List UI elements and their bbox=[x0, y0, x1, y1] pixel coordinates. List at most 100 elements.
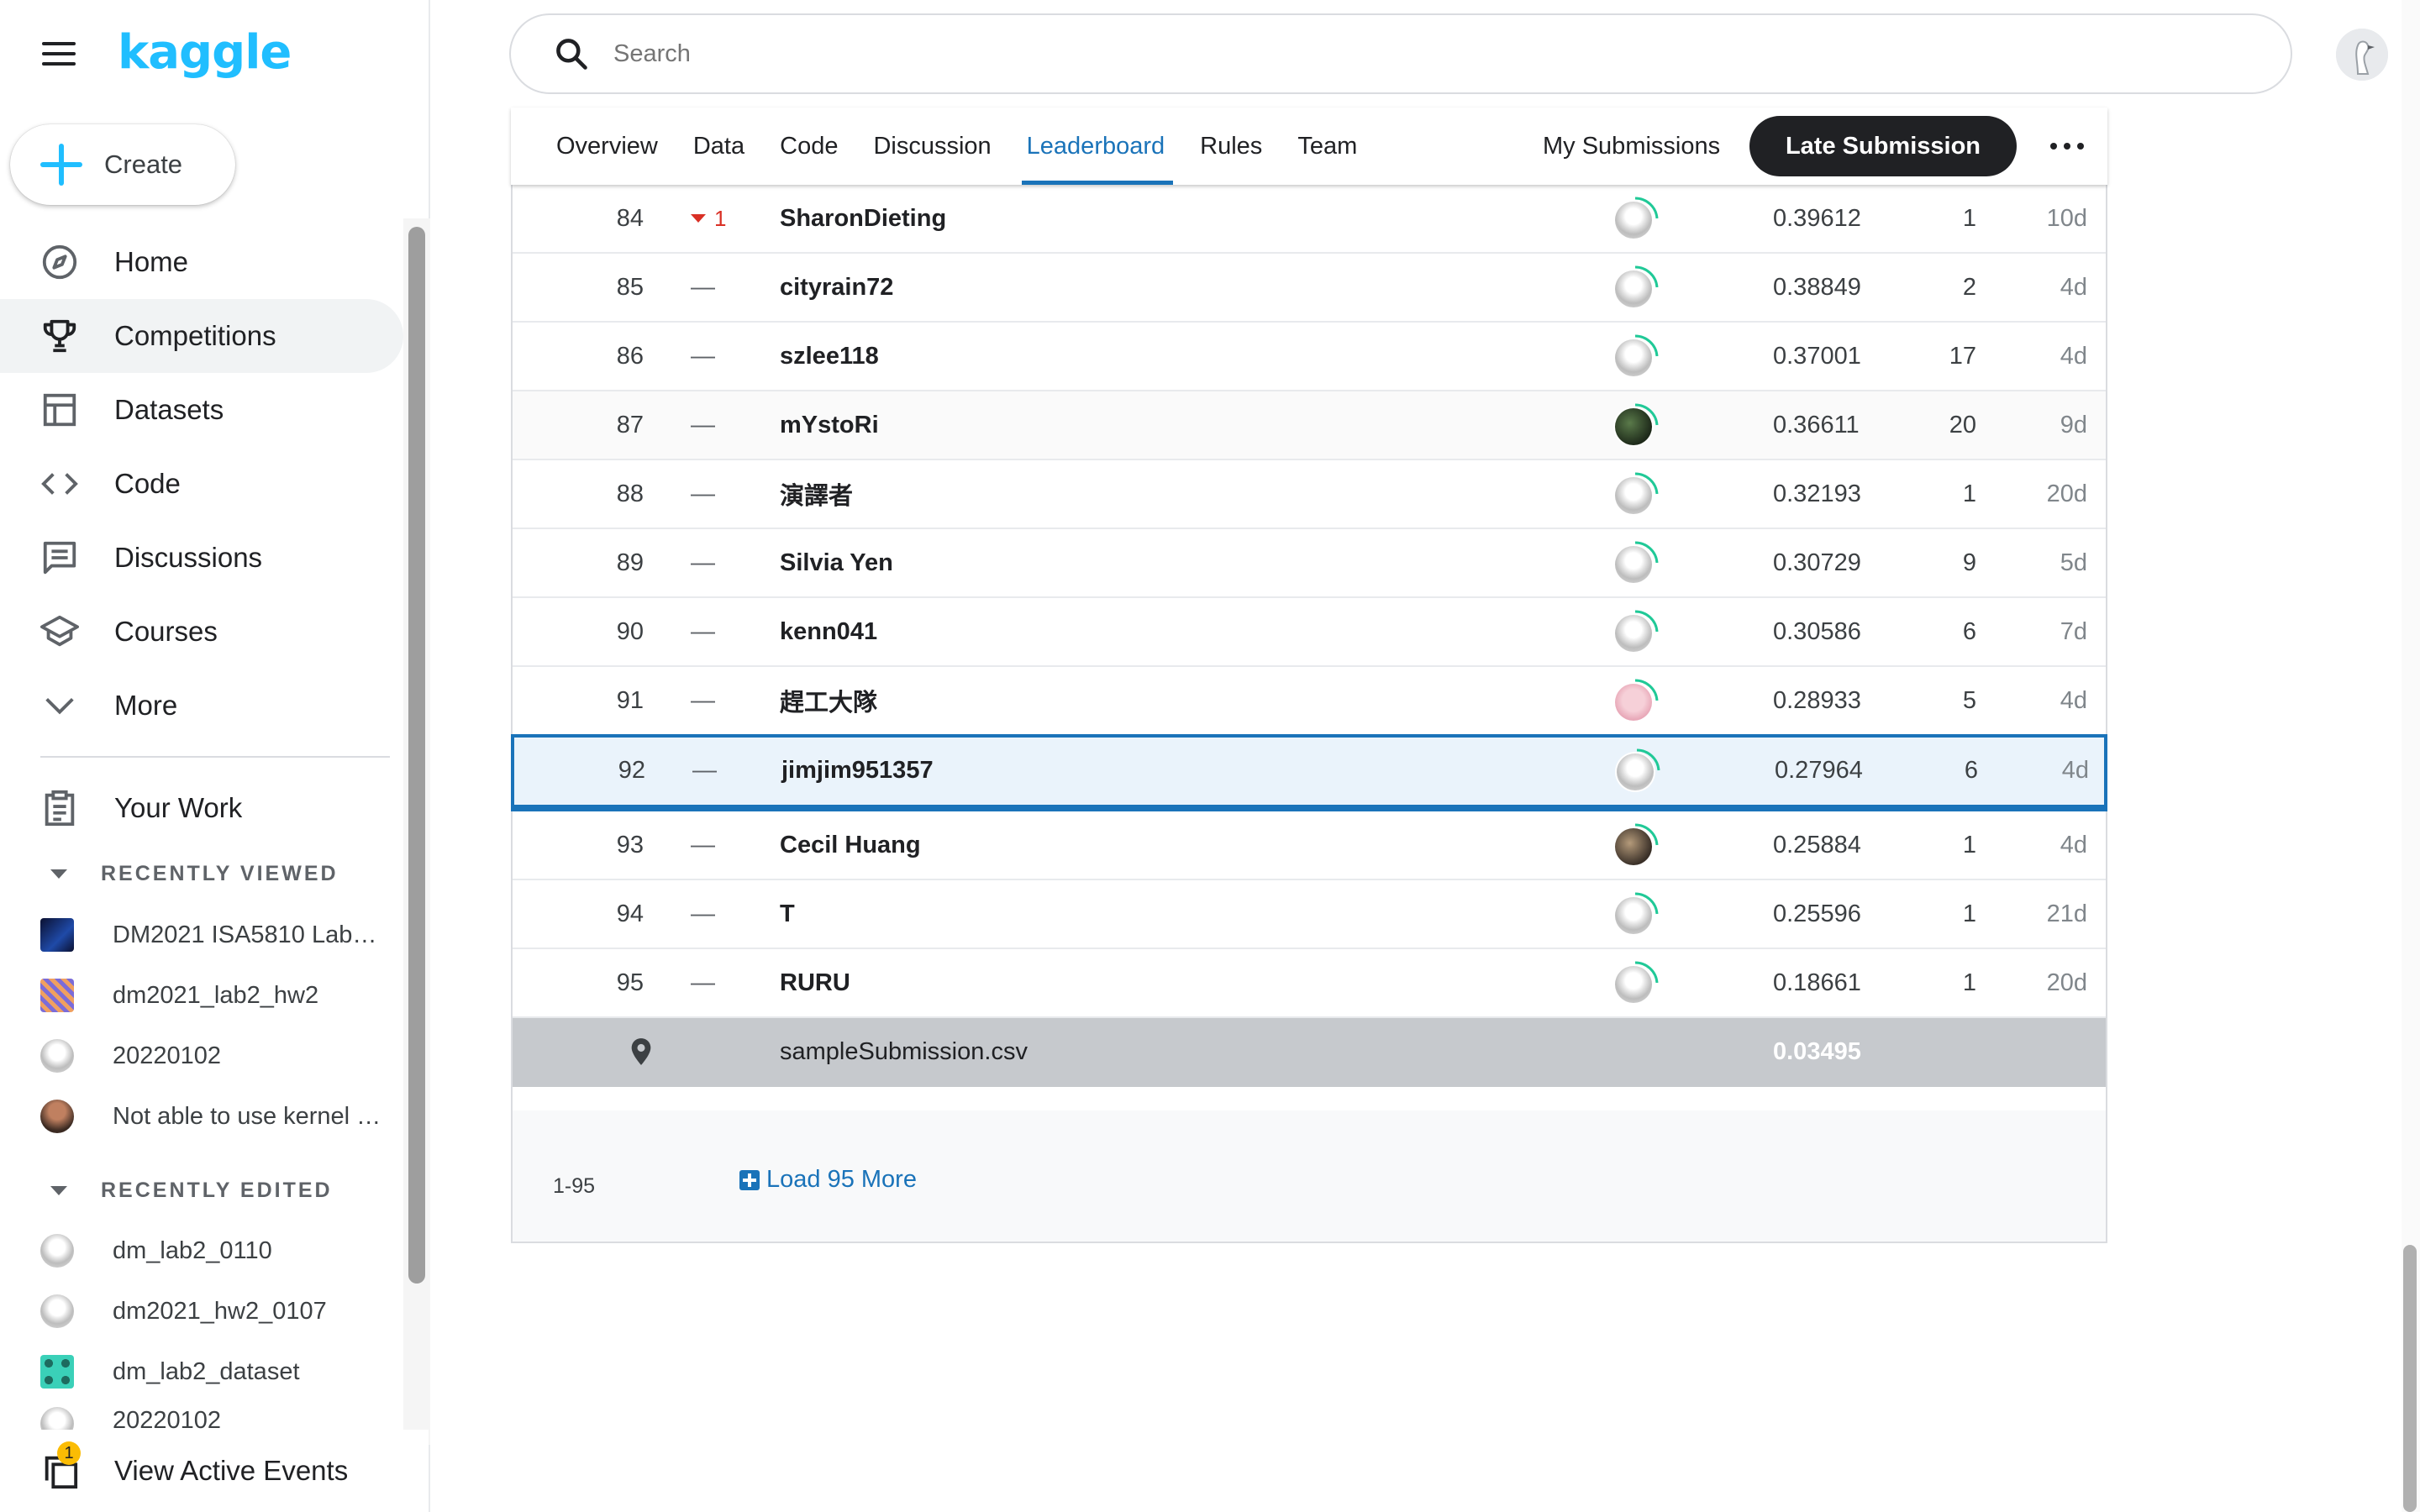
team-member-avatar[interactable] bbox=[1610, 391, 1660, 459]
last-submission-cell: 21d bbox=[2046, 900, 2087, 927]
team-member-avatar[interactable] bbox=[1610, 667, 1660, 734]
team-name[interactable]: jimjim951357 bbox=[781, 738, 934, 803]
rank-change: — bbox=[691, 273, 715, 301]
table-row[interactable]: 88 — 演譯者 0.32193 1 20d bbox=[513, 460, 2106, 529]
sidebar-scrollbar[interactable] bbox=[408, 227, 425, 1284]
table-row[interactable]: 84 1 SharonDieting 0.39612 1 10d bbox=[513, 185, 2106, 254]
table-row[interactable]: 90 — kenn041 0.30586 6 7d bbox=[513, 598, 2106, 667]
team-name[interactable]: Silvia Yen bbox=[780, 529, 893, 596]
recent-item[interactable]: 20220102 bbox=[40, 1407, 393, 1432]
team-name[interactable]: szlee118 bbox=[780, 323, 879, 390]
create-button[interactable]: Create bbox=[10, 124, 235, 205]
tab-discussion[interactable]: Discussion bbox=[873, 108, 991, 185]
team-member-avatar[interactable] bbox=[1610, 460, 1660, 528]
tab-rules[interactable]: Rules bbox=[1200, 108, 1262, 185]
score-value: 0.39612 bbox=[1773, 204, 1861, 232]
load-more-button[interactable]: Load 95 More bbox=[739, 1166, 917, 1194]
team-name[interactable]: mYstoRi bbox=[780, 391, 879, 459]
last-submission-cell: 4d bbox=[2061, 756, 2089, 784]
sidebar-item-your-work[interactable]: Your Work bbox=[0, 771, 403, 845]
recent-item[interactable]: 20220102 bbox=[40, 1031, 393, 1081]
recently-viewed-header[interactable]: RECENTLY VIEWED bbox=[40, 857, 339, 890]
clipboard-icon bbox=[45, 790, 75, 827]
my-submissions-link[interactable]: My Submissions bbox=[1543, 108, 1720, 185]
rank-cell: 89 bbox=[616, 549, 644, 576]
table-row[interactable]: 85 — cityrain72 0.38849 2 4d bbox=[513, 254, 2106, 323]
page-scrollbar[interactable] bbox=[2403, 1245, 2417, 1512]
table-row[interactable]: 93 — Cecil Huang 0.25884 1 4d bbox=[513, 811, 2106, 880]
tab-leaderboard[interactable]: Leaderboard bbox=[1021, 108, 1174, 185]
late-submission-button[interactable]: Late Submission bbox=[1749, 116, 2017, 176]
team-name[interactable]: 演譯者 bbox=[780, 460, 853, 528]
rank-change: — bbox=[691, 900, 715, 927]
user-avatar bbox=[40, 1234, 74, 1268]
sidebar-item-label: Datasets bbox=[114, 394, 224, 425]
recent-item-label: DM2021 ISA5810 Lab2 Homework bbox=[113, 921, 390, 948]
menu-icon[interactable] bbox=[42, 42, 76, 66]
caret-down-icon bbox=[50, 869, 67, 879]
my-team-row[interactable]: 92 — jimjim951357 0.27964 6 4d bbox=[511, 734, 2107, 811]
sidebar-item-home[interactable]: Home bbox=[0, 225, 403, 299]
create-button-label: Create bbox=[104, 150, 183, 179]
more-options-icon[interactable] bbox=[2050, 133, 2084, 160]
team-member-avatar[interactable] bbox=[1612, 738, 1662, 803]
tab-code[interactable]: Code bbox=[780, 108, 838, 185]
sidebar-item-courses[interactable]: Courses bbox=[0, 595, 403, 669]
user-avatar[interactable] bbox=[2336, 29, 2388, 81]
comments-icon bbox=[43, 541, 76, 575]
team-member-avatar[interactable] bbox=[1610, 598, 1660, 665]
benchmark-name[interactable]: sampleSubmission.csv bbox=[780, 1018, 1028, 1085]
kaggle-logo[interactable]: kaggle bbox=[118, 25, 292, 80]
sidebar-item-code[interactable]: Code bbox=[0, 447, 403, 521]
view-active-events-button[interactable]: 1 View Active Events bbox=[0, 1430, 429, 1512]
table-row[interactable]: 94 — T 0.25596 1 21d bbox=[513, 880, 2106, 949]
sidebar-item-discussions[interactable]: Discussions bbox=[0, 521, 403, 595]
tab-overview[interactable]: Overview bbox=[556, 108, 658, 185]
team-member-avatar[interactable] bbox=[1610, 811, 1660, 879]
search-bar[interactable] bbox=[509, 13, 2292, 94]
tab-data[interactable]: Data bbox=[693, 108, 744, 185]
team-member-avatar[interactable] bbox=[1610, 949, 1660, 1016]
recent-item[interactable]: dm2021_lab2_hw2 bbox=[40, 970, 393, 1021]
sidebar-item-competitions[interactable]: Competitions bbox=[0, 299, 403, 373]
school-icon bbox=[40, 615, 79, 647]
table-row[interactable]: 91 — 趕工大隊 0.28933 5 4d bbox=[513, 667, 2106, 736]
competition-thumbnail bbox=[40, 918, 74, 952]
team-member-avatar[interactable] bbox=[1610, 529, 1660, 596]
table-row[interactable]: 87 — mYstoRi 0.36611 20 9d bbox=[513, 391, 2106, 460]
last-submission-cell: 20d bbox=[2046, 969, 2087, 996]
team-name[interactable]: 趕工大隊 bbox=[780, 667, 877, 734]
trophy-icon bbox=[43, 319, 76, 353]
team-name[interactable]: kenn041 bbox=[780, 598, 877, 665]
recent-item[interactable]: Not able to use kernel with GPU bbox=[40, 1091, 393, 1142]
section-title: RECENTLY EDITED bbox=[101, 1178, 333, 1202]
recent-item[interactable]: DM2021 ISA5810 Lab2 Homework bbox=[40, 910, 393, 960]
team-member-avatar[interactable] bbox=[1610, 185, 1660, 252]
team-member-avatar[interactable] bbox=[1610, 254, 1660, 321]
entries-cell: 1 bbox=[1962, 969, 1976, 996]
benchmark-row[interactable]: sampleSubmission.csv 0.03495 bbox=[513, 1018, 2106, 1087]
sidebar-item-more[interactable]: More bbox=[0, 669, 403, 743]
team-member-avatar[interactable] bbox=[1610, 880, 1660, 948]
rank-cell: 91 bbox=[616, 686, 644, 714]
recently-edited-header[interactable]: RECENTLY EDITED bbox=[40, 1173, 333, 1207]
sidebar-item-datasets[interactable]: Datasets bbox=[0, 373, 403, 447]
tab-team[interactable]: Team bbox=[1297, 108, 1357, 185]
recent-item[interactable]: dm_lab2_0110 bbox=[40, 1226, 393, 1276]
team-name[interactable]: RURU bbox=[780, 949, 850, 1016]
team-name[interactable]: Cecil Huang bbox=[780, 811, 921, 879]
sidebar-nav: Home Competitions Datasets Code Discussi… bbox=[0, 225, 403, 743]
recent-item[interactable]: dm2021_hw2_0107 bbox=[40, 1286, 393, 1336]
table-row[interactable]: 89 — Silvia Yen 0.30729 9 5d bbox=[513, 529, 2106, 598]
team-name[interactable]: T bbox=[780, 880, 795, 948]
team-name[interactable]: cityrain72 bbox=[780, 254, 893, 321]
table-row[interactable]: 86 — szlee118 0.37001 17 4d bbox=[513, 323, 2106, 391]
rank-cell: 95 bbox=[616, 969, 644, 996]
table-row[interactable]: 95 — RURU 0.18661 1 20d bbox=[513, 949, 2106, 1018]
recent-item[interactable]: dm_lab2_dataset bbox=[40, 1347, 393, 1397]
team-member-avatar[interactable] bbox=[1610, 323, 1660, 390]
compass-icon bbox=[42, 244, 77, 280]
section-title: RECENTLY VIEWED bbox=[101, 861, 339, 885]
search-input[interactable] bbox=[612, 39, 2128, 69]
team-name[interactable]: SharonDieting bbox=[780, 185, 946, 252]
